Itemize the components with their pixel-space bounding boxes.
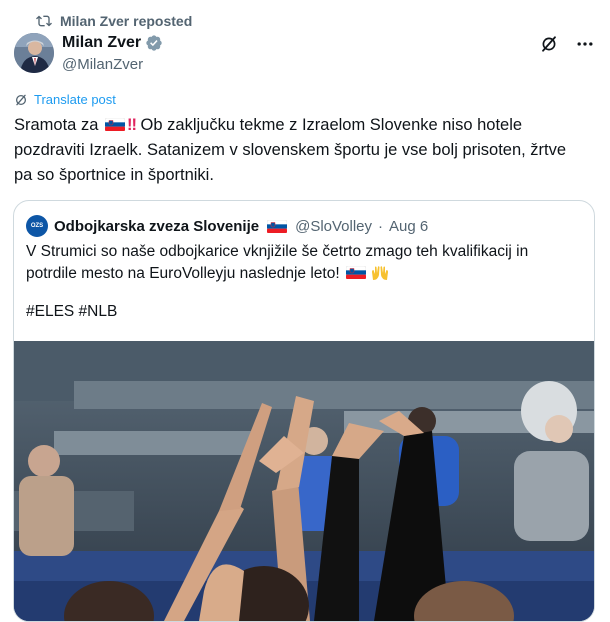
quoted-avatar[interactable]: OZS <box>26 215 48 237</box>
repost-icon <box>36 15 52 27</box>
post-text: Sramota za !! Ob zaključku tekme z Izrae… <box>14 113 584 188</box>
repost-label: Milan Zver reposted <box>60 13 193 29</box>
author-name[interactable]: Milan Zver <box>62 33 141 53</box>
slovenia-flag-icon <box>345 266 366 279</box>
author-avatar[interactable] <box>14 33 54 73</box>
slovenia-flag-icon <box>104 118 125 131</box>
post-actions-top <box>538 33 596 55</box>
translate-icon <box>15 94 27 105</box>
verified-badge-icon <box>146 35 162 51</box>
quoted-author-name[interactable]: Odbojkarska zveza Slovenije <box>54 218 259 235</box>
double-exclamation-icon: !! <box>126 116 137 134</box>
post-text-start: Sramota za <box>14 116 99 134</box>
separator-dot: · <box>378 217 384 235</box>
quoted-post-header: OZS Odbojkarska zveza Slovenije @SloVoll… <box>26 215 428 237</box>
quoted-text-body: V Strumici so naše odbojkarice vknjižile… <box>26 243 529 282</box>
translate-label: Translate post <box>34 92 116 107</box>
quoted-author-handle[interactable]: @SloVolley <box>295 218 372 235</box>
quoted-post-date[interactable]: Aug 6 <box>389 218 428 235</box>
volleyball-photo[interactable] <box>14 341 594 621</box>
more-icon[interactable] <box>574 33 596 55</box>
quoted-post-text: V Strumici so naše odbojkarice vknjižile… <box>26 241 581 285</box>
translate-post-link[interactable]: Translate post <box>14 92 116 107</box>
quoted-hashtags[interactable]: #ELES #NLB <box>26 303 117 321</box>
quoted-post[interactable]: OZS Odbojkarska zveza Slovenije @SloVoll… <box>13 200 595 622</box>
slovenia-flag-icon <box>267 219 288 233</box>
grok-icon[interactable] <box>538 33 560 55</box>
raised-hands-icon <box>371 266 388 280</box>
author-handle[interactable]: @MilanZver <box>62 55 163 75</box>
repost-indicator[interactable]: Milan Zver reposted <box>36 12 192 30</box>
author-info: Milan Zver @MilanZver <box>62 33 163 75</box>
